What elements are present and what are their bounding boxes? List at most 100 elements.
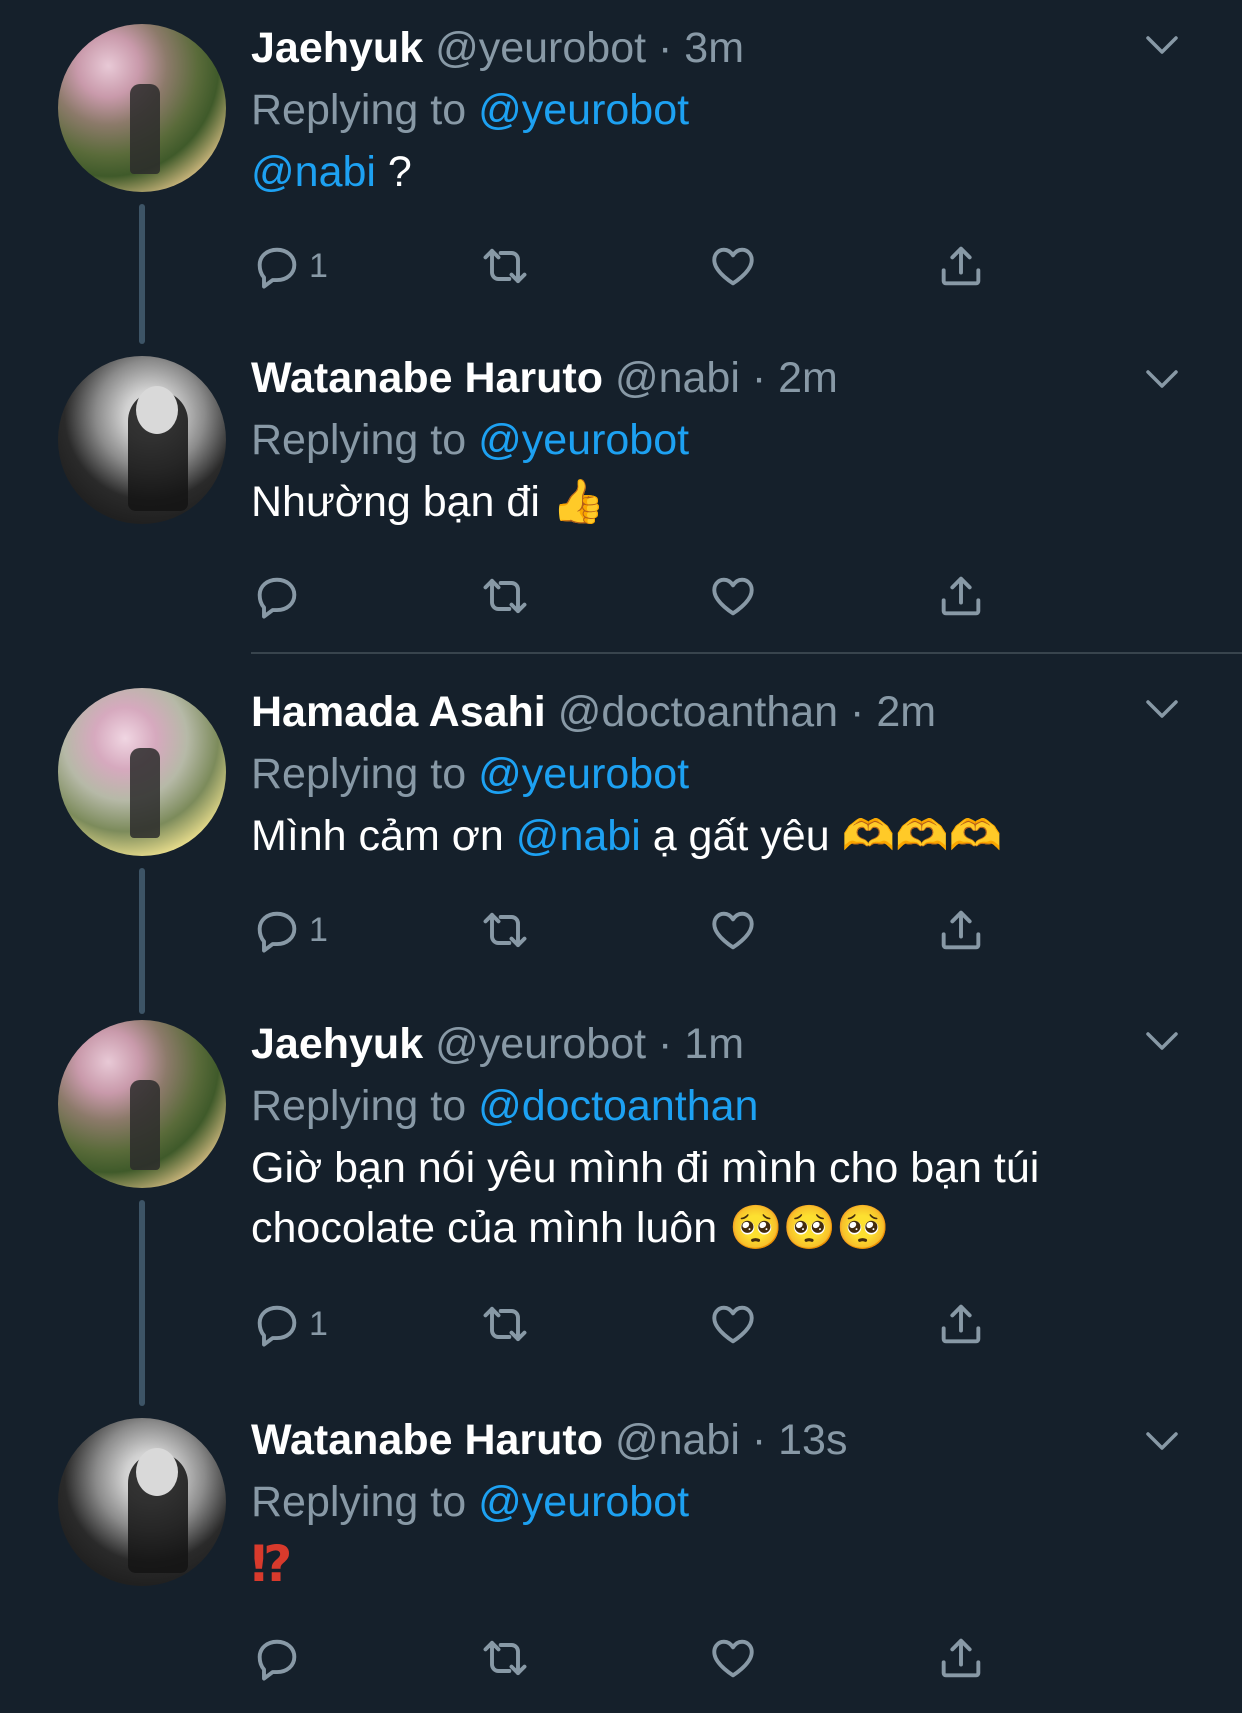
retweet-button[interactable] bbox=[479, 1628, 531, 1688]
tweet-text: Mình cảm ơn @nabi ạ gất yêu 🫶🫶🫶 bbox=[251, 806, 1202, 866]
display-name[interactable]: Jaehyuk bbox=[251, 24, 423, 72]
tweet-text: ⁉ bbox=[251, 1534, 1202, 1597]
share-icon bbox=[941, 1638, 981, 1678]
like-button[interactable] bbox=[707, 566, 759, 626]
retweet-button[interactable] bbox=[479, 566, 531, 626]
share-icon bbox=[941, 910, 981, 950]
heart-hands-emoji: 🫶🫶🫶 bbox=[841, 811, 1003, 861]
timestamp[interactable]: 13s bbox=[778, 1416, 847, 1464]
replying-to-mention[interactable]: @yeurobot bbox=[478, 86, 689, 134]
share-button[interactable] bbox=[935, 900, 987, 960]
chevron-down-icon[interactable] bbox=[1142, 30, 1182, 60]
tweet[interactable]: Watanabe Haruto @nabi · 2m Replying to @… bbox=[0, 330, 1242, 650]
replying-to-mention[interactable]: @yeurobot bbox=[478, 1478, 689, 1526]
timestamp[interactable]: 1m bbox=[684, 1020, 744, 1068]
display-name[interactable]: Hamada Asahi bbox=[251, 688, 546, 736]
reply-button[interactable]: 1 bbox=[251, 1294, 328, 1354]
handle[interactable]: @yeurobot bbox=[435, 1020, 646, 1068]
timestamp[interactable]: 2m bbox=[876, 688, 936, 736]
timestamp[interactable]: 3m bbox=[684, 24, 744, 72]
share-icon bbox=[941, 1304, 981, 1344]
replying-prefix: Replying to bbox=[251, 1478, 467, 1526]
replying-to-line: Replying to @yeurobot bbox=[251, 1476, 1202, 1528]
chevron-down-icon[interactable] bbox=[1142, 1426, 1182, 1456]
heart-icon bbox=[712, 1639, 754, 1678]
reply-count: 1 bbox=[309, 1304, 328, 1343]
retweet-icon bbox=[483, 1306, 527, 1342]
avatar[interactable] bbox=[58, 688, 226, 856]
replying-to-mention[interactable]: @yeurobot bbox=[478, 750, 689, 798]
thumbs-up-emoji: 👍 bbox=[551, 477, 606, 527]
share-button[interactable] bbox=[935, 1628, 987, 1688]
replying-prefix: Replying to bbox=[251, 750, 467, 798]
reply-button[interactable]: 1 bbox=[251, 236, 328, 296]
handle[interactable]: @doctoanthan bbox=[558, 688, 838, 736]
heart-icon bbox=[712, 1305, 754, 1344]
retweet-icon bbox=[483, 912, 527, 948]
mention-link[interactable]: @nabi bbox=[516, 812, 641, 860]
thread-line bbox=[139, 868, 145, 1014]
avatar[interactable] bbox=[58, 1020, 226, 1188]
retweet-icon bbox=[483, 578, 527, 614]
tweet[interactable]: Hamada Asahi @doctoanthan · 2m Replying … bbox=[0, 664, 1242, 1014]
reply-icon bbox=[257, 247, 297, 289]
display-name[interactable]: Watanabe Haruto bbox=[251, 354, 603, 402]
reply-icon bbox=[257, 1305, 297, 1347]
chevron-down-icon[interactable] bbox=[1142, 364, 1182, 394]
retweet-button[interactable] bbox=[479, 236, 531, 296]
share-button[interactable] bbox=[935, 236, 987, 296]
tweet-text: @nabi ? bbox=[251, 142, 1202, 202]
replying-to-line: Replying to @yeurobot bbox=[251, 748, 1202, 800]
tweet-text-rest: ? bbox=[375, 148, 412, 196]
tweet-text-main: Nhường bạn đi bbox=[251, 478, 540, 526]
share-button[interactable] bbox=[935, 1294, 987, 1354]
reply-button[interactable] bbox=[251, 566, 309, 626]
reply-icon bbox=[257, 911, 297, 953]
tweet-text-after: ạ gất yêu bbox=[640, 812, 830, 860]
replying-prefix: Replying to bbox=[251, 86, 467, 134]
chevron-down-icon[interactable] bbox=[1142, 694, 1182, 724]
reply-button[interactable]: 1 bbox=[251, 900, 328, 960]
retweet-button[interactable] bbox=[479, 900, 531, 960]
replying-to-mention[interactable]: @yeurobot bbox=[478, 416, 689, 464]
timestamp[interactable]: 2m bbox=[778, 354, 838, 402]
like-button[interactable] bbox=[707, 900, 759, 960]
avatar[interactable] bbox=[58, 1418, 226, 1586]
tweet-text-line-1: Giờ bạn nói yêu mình đi mình cho bạn túi bbox=[251, 1144, 1040, 1192]
tweet-text-before: Mình cảm ơn bbox=[251, 812, 516, 860]
retweet-icon bbox=[483, 1640, 527, 1676]
reply-button[interactable] bbox=[251, 1628, 309, 1688]
reply-icon bbox=[257, 1639, 297, 1681]
tweet-text-line-2: chocolate của mình luôn bbox=[251, 1204, 718, 1252]
replying-prefix: Replying to bbox=[251, 1082, 467, 1130]
handle[interactable]: @nabi bbox=[615, 354, 740, 402]
tweet[interactable]: Jaehyuk @yeurobot · 3m Replying to @yeur… bbox=[0, 0, 1242, 344]
separator-dot: · bbox=[658, 1020, 673, 1068]
thread-line bbox=[139, 1200, 145, 1406]
like-button[interactable] bbox=[707, 1294, 759, 1354]
replying-to-line: Replying to @yeurobot bbox=[251, 414, 1202, 466]
like-button[interactable] bbox=[707, 1628, 759, 1688]
tweet-text: Nhường bạn đi 👍 bbox=[251, 472, 1202, 532]
mention-link[interactable]: @nabi bbox=[251, 148, 376, 196]
avatar[interactable] bbox=[58, 356, 226, 524]
share-icon bbox=[941, 246, 981, 286]
avatar[interactable] bbox=[58, 24, 226, 192]
handle[interactable]: @nabi bbox=[615, 1416, 740, 1464]
separator-dot: · bbox=[850, 688, 865, 736]
thread-line bbox=[139, 204, 145, 344]
share-button[interactable] bbox=[935, 566, 987, 626]
retweet-button[interactable] bbox=[479, 1294, 531, 1354]
reply-count: 1 bbox=[309, 246, 328, 285]
separator-dot: · bbox=[751, 1416, 767, 1464]
chevron-down-icon[interactable] bbox=[1142, 1026, 1182, 1056]
like-button[interactable] bbox=[707, 236, 759, 296]
pleading-face-emoji: 🥺🥺🥺 bbox=[729, 1203, 890, 1253]
display-name[interactable]: Jaehyuk bbox=[251, 1020, 423, 1068]
display-name[interactable]: Watanabe Haruto bbox=[251, 1416, 603, 1464]
separator-dot: · bbox=[658, 24, 673, 72]
handle[interactable]: @yeurobot bbox=[435, 24, 646, 72]
tweet[interactable]: Watanabe Haruto @nabi · 13s Replying to … bbox=[0, 1392, 1242, 1713]
replying-to-mention[interactable]: @doctoanthan bbox=[478, 1082, 758, 1130]
tweet[interactable]: Jaehyuk @yeurobot · 1m Replying to @doct… bbox=[0, 996, 1242, 1406]
